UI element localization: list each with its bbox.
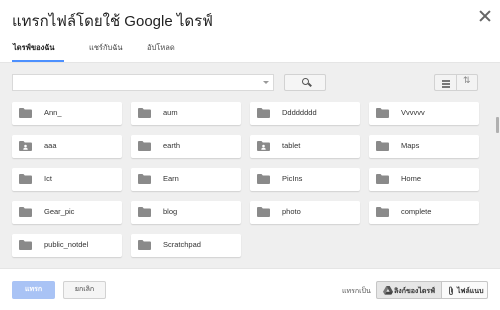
folder-label: Earn bbox=[163, 174, 179, 183]
folder-label: Maps bbox=[401, 141, 420, 150]
folder-label: aum bbox=[163, 108, 178, 117]
folder-label: aaa bbox=[44, 141, 57, 150]
folder-label: tablet bbox=[282, 141, 301, 150]
folder-item[interactable]: PicIns bbox=[250, 168, 360, 191]
list-view-button[interactable] bbox=[434, 74, 456, 91]
folder-icon bbox=[138, 207, 151, 217]
folder-icon bbox=[19, 240, 32, 250]
folder-item[interactable]: Dddddddd bbox=[250, 102, 360, 125]
folder-label: Dddddddd bbox=[282, 108, 317, 117]
folder-item[interactable]: Ann_ bbox=[12, 102, 122, 125]
insert-button[interactable]: แทรก bbox=[12, 281, 55, 299]
folder-icon bbox=[257, 108, 270, 118]
folder-icon bbox=[376, 207, 389, 217]
folder-icon bbox=[138, 174, 151, 184]
folder-label: Vvvvvv bbox=[401, 108, 425, 117]
folder-label: Gear_pic bbox=[44, 207, 75, 216]
folder-icon bbox=[19, 174, 32, 184]
sort-icon: ⇅ bbox=[463, 76, 471, 86]
insert-as-label: แทรกเป็น bbox=[342, 288, 371, 295]
folder-item[interactable]: Ict bbox=[12, 168, 122, 191]
attachment-label: ไฟล์แนบ bbox=[457, 288, 484, 295]
folder-item[interactable]: photo bbox=[250, 201, 360, 224]
chevron-down-icon[interactable] bbox=[263, 81, 269, 84]
folder-item[interactable]: Maps bbox=[369, 135, 479, 158]
folder-label: PicIns bbox=[282, 174, 303, 183]
folder-icon bbox=[138, 108, 151, 118]
folder-item[interactable]: complete bbox=[369, 201, 479, 224]
folder-item[interactable]: Gear_pic bbox=[12, 201, 122, 224]
tab-upload[interactable]: อัปโหลด bbox=[147, 42, 175, 54]
folder-grid: Ann_ aum Dddddddd Vvvvvv aaa earth tablet Maps I… bbox=[0, 100, 490, 268]
folder-label: Scratchpad bbox=[163, 240, 201, 249]
shared-folder-icon bbox=[257, 141, 270, 151]
folder-label: blog bbox=[163, 207, 178, 216]
folder-label: Home bbox=[401, 174, 422, 183]
folder-item[interactable]: blog bbox=[131, 201, 241, 224]
search-input[interactable] bbox=[12, 74, 274, 91]
folder-label: public_notdel bbox=[44, 240, 89, 249]
folder-label: Ann_ bbox=[44, 108, 62, 117]
folder-label: photo bbox=[282, 207, 301, 216]
tab-my-drive[interactable]: ไดรฟ์ของฉัน bbox=[13, 42, 55, 54]
folder-icon bbox=[376, 141, 389, 151]
folder-icon bbox=[138, 240, 151, 250]
folder-label: complete bbox=[401, 207, 432, 216]
folder-icon bbox=[257, 207, 270, 217]
folder-icon bbox=[138, 141, 151, 151]
folder-icon bbox=[376, 174, 389, 184]
folder-item[interactable]: aaa bbox=[12, 135, 122, 158]
folder-item[interactable]: Earn bbox=[131, 168, 241, 191]
tab-bar: ไดรฟ์ของฉัน แชร์กับฉัน อัปโหลด bbox=[0, 36, 500, 62]
folder-item[interactable]: earth bbox=[131, 135, 241, 158]
paperclip-icon bbox=[449, 286, 453, 295]
shared-folder-icon bbox=[19, 141, 32, 151]
tab-shared-with-me[interactable]: แชร์กับฉัน bbox=[89, 42, 123, 54]
search-button[interactable] bbox=[284, 74, 326, 91]
drive-link-label: ลิงก์ของไดรฟ์ bbox=[394, 288, 436, 295]
drive-link-toggle[interactable]: ลิงก์ของไดรฟ์ bbox=[376, 281, 442, 299]
folder-item[interactable]: public_notdel bbox=[12, 234, 122, 257]
folder-item[interactable]: Scratchpad bbox=[131, 234, 241, 257]
sort-button[interactable]: ⇅ bbox=[456, 74, 478, 91]
cancel-button[interactable]: ยกเลิก bbox=[63, 281, 106, 299]
dialog-title: แทรกไฟล์โดยใช้ Google ไดรฟ์ bbox=[12, 13, 213, 30]
close-icon[interactable] bbox=[478, 9, 492, 23]
attachment-toggle[interactable]: ไฟล์แนบ bbox=[442, 281, 488, 299]
footer-divider bbox=[0, 268, 500, 269]
folder-icon bbox=[257, 174, 270, 184]
folder-icon bbox=[376, 108, 389, 118]
folder-label: Ict bbox=[44, 174, 52, 183]
folder-icon bbox=[19, 207, 32, 217]
folder-label: earth bbox=[163, 141, 181, 150]
folder-icon bbox=[19, 108, 32, 118]
folder-item[interactable]: aum bbox=[131, 102, 241, 125]
scrollbar-thumb[interactable] bbox=[496, 117, 499, 133]
folder-item[interactable]: tablet bbox=[250, 135, 360, 158]
drive-icon bbox=[383, 286, 393, 295]
folder-item[interactable]: Home bbox=[369, 168, 479, 191]
folder-item[interactable]: Vvvvvv bbox=[369, 102, 479, 125]
